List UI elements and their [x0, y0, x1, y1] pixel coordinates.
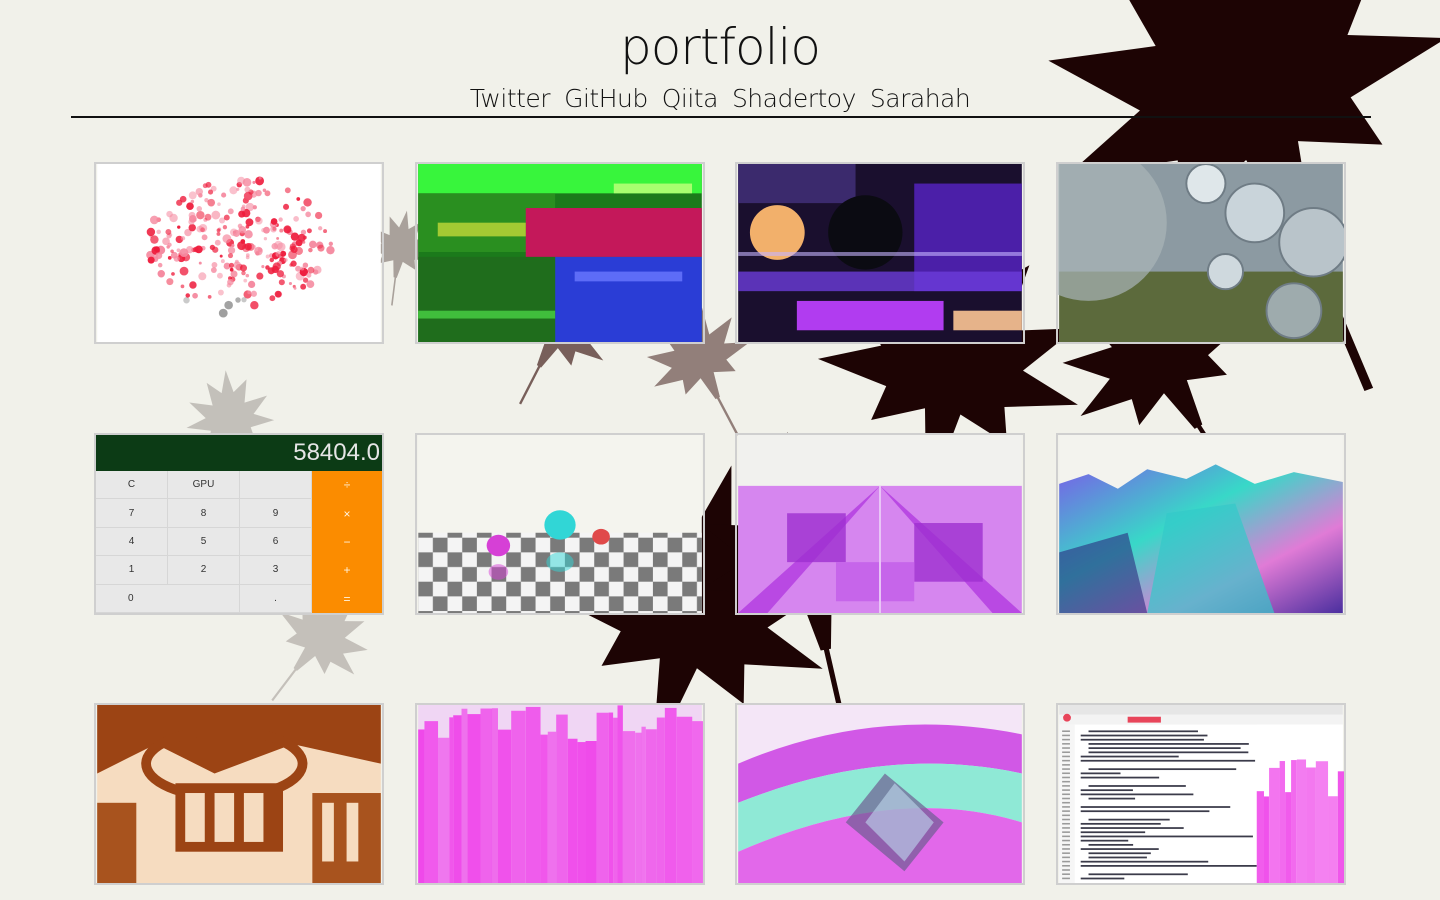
six-key[interactable]: 6 — [240, 527, 312, 557]
green-glitch-thumbnail[interactable] — [415, 162, 705, 344]
purple-blocks-image — [738, 435, 1022, 613]
purple-glitch-image — [738, 164, 1022, 342]
zero-key[interactable]: 0 — [96, 584, 240, 613]
three-key[interactable]: 3 — [240, 556, 312, 585]
four-key[interactable]: 4 — [96, 527, 168, 557]
five-key[interactable]: 5 — [168, 527, 240, 557]
magenta-skyline-image — [418, 705, 703, 883]
clear-key[interactable]: C — [96, 471, 168, 500]
one-key[interactable]: 1 — [96, 556, 168, 585]
two-key[interactable]: 2 — [168, 556, 240, 585]
sarahah-link[interactable]: Sarahah — [870, 84, 971, 113]
neon-tunnel-thumbnail[interactable] — [735, 703, 1025, 885]
divide-key[interactable]: ÷ — [312, 471, 382, 500]
green-glitch-image — [418, 164, 702, 342]
shader-editor-thumbnail[interactable] — [1056, 703, 1346, 885]
page-title: portfolio — [619, 18, 821, 76]
red-particles-thumbnail[interactable] — [94, 162, 384, 344]
purple-blocks-thumbnail[interactable] — [735, 433, 1025, 615]
multiply-key[interactable]: × — [312, 499, 382, 528]
twitter-link[interactable]: Twitter — [470, 84, 551, 113]
nine-key[interactable]: 9 — [240, 499, 312, 528]
raymarch-spheres-thumbnail[interactable] — [415, 433, 705, 615]
shader-editor-image — [1059, 705, 1344, 883]
purple-glitch-thumbnail[interactable] — [735, 162, 1025, 344]
glass-bubbles-image — [1058, 164, 1344, 342]
brown-fractal-city-image — [97, 705, 381, 883]
rainbow-terrain-thumbnail[interactable] — [1056, 433, 1346, 615]
seven-key[interactable]: 7 — [96, 499, 168, 528]
social-links-nav: Twitter GitHub Qiita Shadertoy Sarahah — [0, 84, 1440, 113]
shadertoy-link[interactable]: Shadertoy — [732, 84, 856, 113]
raymarch-spheres-image — [418, 435, 702, 613]
decimal-key[interactable]: . — [240, 584, 312, 613]
red-particles-image — [97, 164, 381, 342]
eight-key[interactable]: 8 — [168, 499, 240, 528]
github-link[interactable]: GitHub — [564, 84, 648, 113]
subtract-key[interactable]: − — [312, 527, 382, 557]
calculator-keypad: C GPU ÷ 7 8 9 × 4 5 6 − 1 2 3 + 0 . = — [96, 471, 382, 613]
gpu-calculator-thumbnail[interactable]: 58404.0 C GPU ÷ 7 8 9 × 4 5 6 − 1 2 3 + … — [94, 433, 384, 615]
magenta-skyline-thumbnail[interactable] — [415, 703, 705, 885]
brown-fractal-city-thumbnail[interactable] — [94, 703, 384, 885]
qiita-link[interactable]: Qiita — [662, 84, 719, 113]
blank-key — [240, 471, 312, 500]
rainbow-terrain-image — [1059, 435, 1343, 613]
calculator-display: 58404.0 — [96, 435, 382, 471]
equals-key[interactable]: = — [312, 584, 382, 613]
site-header: portfolio Twitter GitHub Qiita Shadertoy… — [0, 0, 1440, 120]
add-key[interactable]: + — [312, 556, 382, 585]
neon-tunnel-image — [738, 705, 1022, 883]
calculator-app: 58404.0 C GPU ÷ 7 8 9 × 4 5 6 − 1 2 3 + … — [96, 435, 382, 613]
header-divider — [71, 116, 1371, 118]
gpu-key[interactable]: GPU — [168, 471, 240, 500]
glass-bubbles-thumbnail[interactable] — [1056, 162, 1346, 344]
